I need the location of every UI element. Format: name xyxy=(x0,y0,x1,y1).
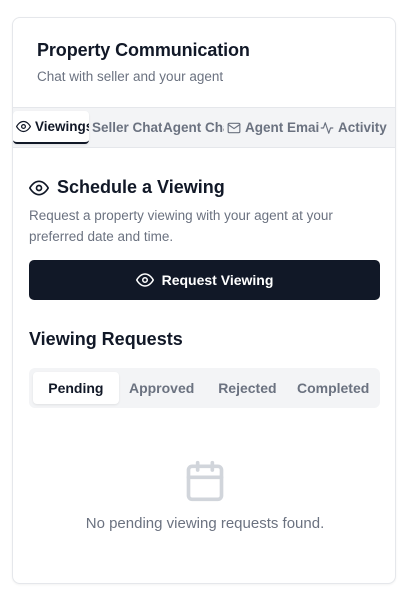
tab-activity[interactable]: Activity xyxy=(320,111,395,144)
tab-label: Agent Email xyxy=(245,120,320,135)
tab-bar: Viewings Seller Chat Agent Chat Agent Em… xyxy=(13,107,395,148)
filter-completed[interactable]: Completed xyxy=(290,372,376,404)
schedule-heading: Schedule a Viewing xyxy=(29,177,379,198)
tab-label: Agent Chat xyxy=(163,120,224,135)
tab-label: Viewings xyxy=(35,119,89,134)
tab-agent-chat[interactable]: Agent Chat xyxy=(162,111,224,144)
request-status-filter: Pending Approved Rejected Completed xyxy=(29,368,380,408)
tab-viewings[interactable]: Viewings xyxy=(13,111,89,144)
filter-pending[interactable]: Pending xyxy=(33,372,119,404)
filter-approved[interactable]: Approved xyxy=(119,372,205,404)
card-header: Property Communication Chat with seller … xyxy=(37,40,250,84)
viewing-requests-title: Viewing Requests xyxy=(29,329,183,349)
schedule-title: Schedule a Viewing xyxy=(57,177,225,197)
eye-icon xyxy=(135,271,154,289)
eye-icon xyxy=(29,178,49,198)
eye-icon xyxy=(16,119,31,134)
tab-label: Seller Chat xyxy=(92,120,162,135)
card-subtitle: Chat with seller and your agent xyxy=(37,69,224,84)
schedule-description: Request a property viewing with your age… xyxy=(29,208,333,244)
filter-rejected[interactable]: Rejected xyxy=(205,372,291,404)
communication-card: Property Communication Chat with seller … xyxy=(12,17,396,584)
calendar-icon xyxy=(183,458,227,509)
card-title: Property Communication xyxy=(37,40,250,60)
empty-state-text: No pending viewing requests found. xyxy=(85,515,325,532)
request-viewing-button[interactable]: Request Viewing xyxy=(29,260,380,300)
tab-agent-email[interactable]: Agent Email xyxy=(224,111,320,144)
mail-icon xyxy=(227,121,241,135)
activity-icon xyxy=(320,121,334,135)
tab-label: Activity xyxy=(338,120,387,135)
tab-seller-chat[interactable]: Seller Chat xyxy=(89,111,162,144)
request-viewing-label: Request Viewing xyxy=(161,272,274,288)
